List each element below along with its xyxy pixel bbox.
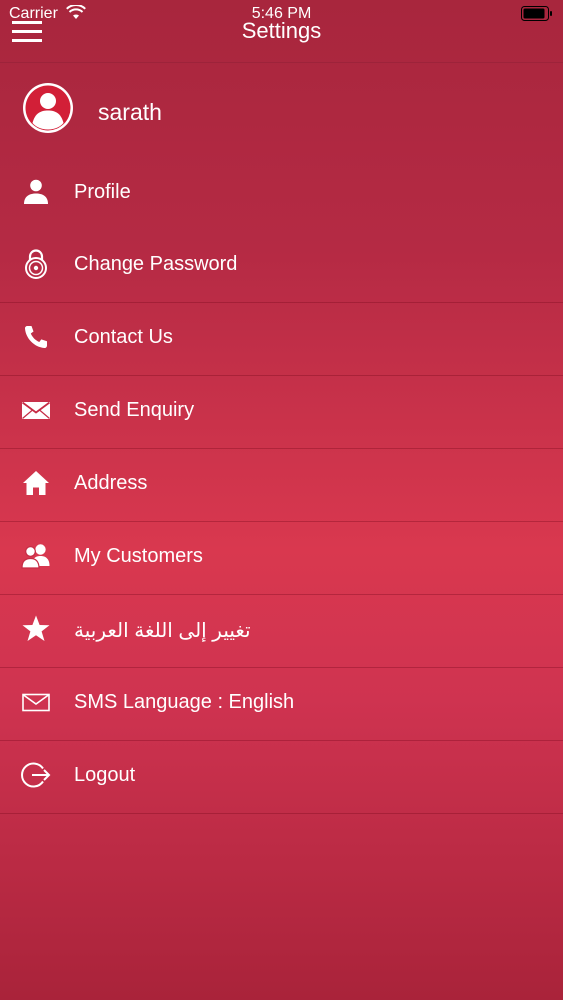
person-icon [24, 179, 48, 204]
user-name: sarath [98, 99, 162, 125]
menu-item-label: Profile [74, 181, 131, 203]
navigation-bar: Settings [0, 0, 563, 63]
menu-item-label: Logout [74, 764, 136, 786]
menu-item-address[interactable]: Address [0, 449, 563, 522]
logout-icon [21, 762, 51, 788]
star-icon [22, 615, 50, 641]
menu-item-label: Address [74, 472, 148, 494]
phone-icon [24, 326, 47, 349]
user-header[interactable]: sarath [0, 62, 563, 158]
page-title: Settings [241, 18, 322, 43]
settings-menu: Profile Change Password Contact Us Send … [0, 158, 563, 814]
menu-item-logout[interactable]: Logout [0, 741, 563, 814]
menu-item-send-enquiry[interactable]: Send Enquiry [0, 376, 563, 449]
lock-icon [25, 249, 47, 279]
menu-item-change-language-arabic[interactable]: تغيير إلى اللغة العربية [0, 595, 563, 668]
users-icon [21, 544, 50, 569]
menu-item-profile[interactable]: Profile [0, 158, 563, 230]
menu-item-contact-us[interactable]: Contact Us [0, 303, 563, 376]
home-icon [23, 471, 49, 495]
menu-item-sms-language[interactable]: SMS Language : English [0, 668, 563, 741]
menu-item-label: تغيير إلى اللغة العربية [74, 620, 251, 642]
envelope-outline-icon [22, 693, 50, 712]
menu-item-label: Contact Us [74, 326, 173, 348]
menu-item-label: Change Password [74, 253, 238, 275]
menu-item-label: Send Enquiry [74, 399, 195, 421]
envelope-icon [21, 401, 51, 419]
menu-item-label: SMS Language : English [74, 691, 295, 713]
menu-item-my-customers[interactable]: My Customers [0, 522, 563, 595]
menu-item-change-password[interactable]: Change Password [0, 230, 563, 303]
avatar-icon [23, 83, 73, 133]
menu-item-label: My Customers [74, 545, 203, 567]
